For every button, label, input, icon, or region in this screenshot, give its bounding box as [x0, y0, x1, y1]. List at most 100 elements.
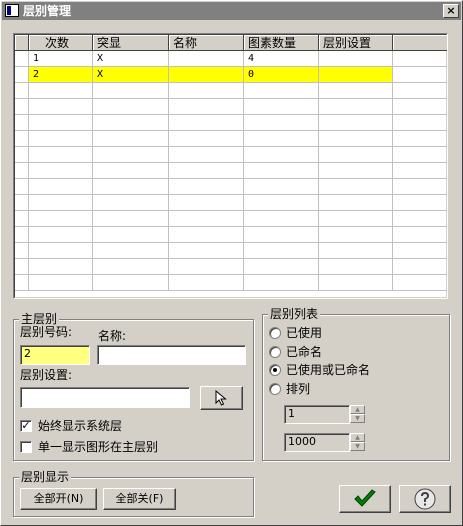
cell-count[interactable] [29, 163, 93, 179]
cell-count[interactable] [29, 179, 93, 195]
cell-highlight[interactable] [93, 243, 169, 259]
cell-entity-count[interactable] [244, 275, 319, 291]
cell-highlight[interactable] [93, 163, 169, 179]
radio-range[interactable] [269, 383, 281, 395]
cell-setting[interactable] [319, 115, 393, 131]
cell-name[interactable] [169, 83, 244, 99]
table-row[interactable] [15, 227, 447, 243]
cell-setting[interactable] [319, 275, 393, 291]
cell-count[interactable]: 1 [29, 51, 93, 67]
cell-entity-count[interactable] [244, 83, 319, 99]
cell-entity-count[interactable] [244, 163, 319, 179]
all-on-button[interactable]: 全部开(N) [20, 488, 97, 510]
spin-up-icon[interactable]: ▲ [350, 405, 365, 414]
cell-count[interactable] [29, 243, 93, 259]
table-row[interactable] [15, 243, 447, 259]
col-header-setting[interactable]: 层别设置 [319, 35, 393, 51]
cell-name[interactable] [169, 67, 244, 83]
cell-name[interactable] [169, 147, 244, 163]
cell-name[interactable] [169, 179, 244, 195]
cell-setting[interactable] [319, 67, 393, 83]
cell-count[interactable] [29, 147, 93, 163]
cell-setting[interactable] [319, 211, 393, 227]
table-row[interactable] [15, 131, 447, 147]
spin-down-icon[interactable]: ▼ [350, 414, 365, 423]
cell-entity-count[interactable] [244, 115, 319, 131]
cell-name[interactable] [169, 211, 244, 227]
range-to-spinner[interactable]: ▲ ▼ [350, 433, 365, 452]
cell-entity-count[interactable] [244, 259, 319, 275]
layer-table[interactable]: 次数 突显 名称 图素数量 层别设置 1X 4 2X 0 [13, 33, 448, 299]
close-button[interactable]: × [443, 4, 459, 18]
cell-highlight[interactable]: X [93, 51, 169, 67]
all-off-button[interactable]: 全部关(F) [103, 488, 176, 510]
table-row[interactable]: 1X 4 [15, 51, 447, 67]
spin-down-icon[interactable]: ▼ [350, 442, 365, 451]
cell-count[interactable] [29, 195, 93, 211]
table-row[interactable] [15, 99, 447, 115]
cell-highlight[interactable] [93, 99, 169, 115]
cell-highlight[interactable] [93, 227, 169, 243]
table-row[interactable] [15, 147, 447, 163]
spin-up-icon[interactable]: ▲ [350, 433, 365, 442]
cell-count[interactable] [29, 227, 93, 243]
cell-name[interactable] [169, 227, 244, 243]
cell-count[interactable] [29, 131, 93, 147]
col-header-count[interactable]: 次数 [29, 35, 93, 51]
table-row[interactable] [15, 259, 447, 275]
cell-name[interactable] [169, 163, 244, 179]
cell-highlight[interactable] [93, 83, 169, 99]
cell-name[interactable] [169, 99, 244, 115]
layer-setting-input[interactable] [20, 387, 190, 408]
cell-entity-count[interactable] [244, 99, 319, 115]
cell-name[interactable] [169, 115, 244, 131]
cell-setting[interactable] [319, 179, 393, 195]
layer-name-input[interactable] [97, 345, 246, 365]
cell-name[interactable] [169, 195, 244, 211]
cell-highlight[interactable] [93, 195, 169, 211]
cell-entity-count[interactable] [244, 211, 319, 227]
table-row[interactable] [15, 179, 447, 195]
range-from-spinner[interactable]: ▲ ▼ [350, 405, 365, 424]
range-from-input[interactable]: 1 [284, 405, 350, 424]
col-header-name[interactable]: 名称 [169, 35, 244, 51]
table-row[interactable] [15, 115, 447, 131]
cell-count[interactable] [29, 115, 93, 131]
cell-entity-count[interactable] [244, 147, 319, 163]
radio-named[interactable] [269, 346, 281, 358]
cell-entity-count[interactable] [244, 179, 319, 195]
cell-highlight[interactable] [93, 259, 169, 275]
col-header-highlight[interactable]: 突显 [93, 35, 169, 51]
cell-name[interactable] [169, 259, 244, 275]
cell-highlight[interactable]: X [93, 67, 169, 83]
cell-highlight[interactable] [93, 147, 169, 163]
cell-highlight[interactable] [93, 131, 169, 147]
cell-count[interactable]: 2 [29, 67, 93, 83]
table-row[interactable] [15, 211, 447, 227]
cell-entity-count[interactable] [244, 131, 319, 147]
cell-setting[interactable] [319, 163, 393, 179]
cell-highlight[interactable] [93, 211, 169, 227]
range-to-input[interactable]: 1000 [284, 433, 350, 452]
cell-highlight[interactable] [93, 179, 169, 195]
cell-highlight[interactable] [93, 115, 169, 131]
cell-count[interactable] [29, 275, 93, 291]
cell-setting[interactable] [319, 195, 393, 211]
cell-count[interactable] [29, 83, 93, 99]
cell-name[interactable] [169, 275, 244, 291]
ok-button[interactable] [339, 485, 391, 513]
cell-setting[interactable] [319, 147, 393, 163]
cell-highlight[interactable] [93, 275, 169, 291]
table-row[interactable] [15, 163, 447, 179]
cell-name[interactable] [169, 51, 244, 67]
table-row[interactable] [15, 275, 447, 291]
table-row[interactable]: 2X 0 [15, 67, 447, 83]
cell-setting[interactable] [319, 99, 393, 115]
cell-setting[interactable] [319, 243, 393, 259]
cell-entity-count[interactable]: 4 [244, 51, 319, 67]
cell-count[interactable] [29, 259, 93, 275]
cell-setting[interactable] [319, 51, 393, 67]
cell-count[interactable] [29, 211, 93, 227]
cell-setting[interactable] [319, 131, 393, 147]
cell-setting[interactable] [319, 259, 393, 275]
